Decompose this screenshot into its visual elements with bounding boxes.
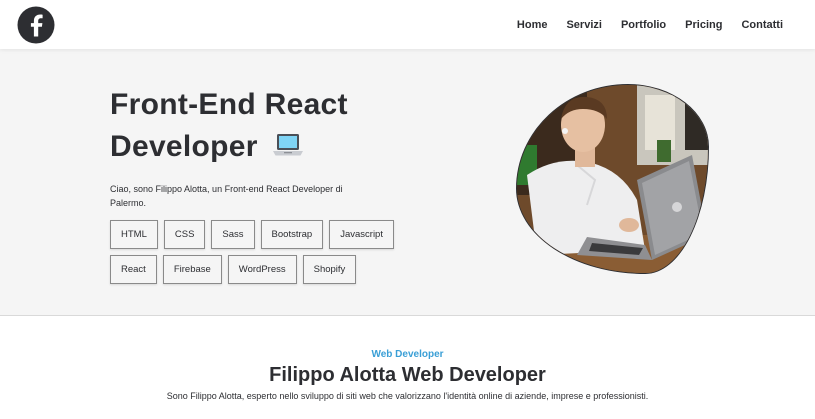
about-eyebrow: Web Developer <box>371 349 444 360</box>
main-nav: Home Servizi Portfolio Pricing Contatti <box>517 19 783 31</box>
skills-list: HTML CSS Sass Bootstrap Javascript React… <box>110 220 400 284</box>
nav-link-contatti[interactable]: Contatti <box>741 19 783 31</box>
f-logo-icon[interactable] <box>17 6 55 44</box>
about-description: Sono Filippo Alotta, esperto nello svilu… <box>166 391 649 401</box>
skill-tag-sass: Sass <box>211 220 255 249</box>
laptop-icon <box>273 134 304 156</box>
about-section: Web Developer Filippo Alotta Web Develop… <box>0 317 815 419</box>
skill-tag-wordpress: WordPress <box>227 255 297 284</box>
skill-tag-firebase: Firebase <box>162 255 222 284</box>
skill-tag-javascript: Javascript <box>329 220 394 249</box>
skill-tag-bootstrap: Bootstrap <box>260 220 324 249</box>
nav-link-home[interactable]: Home <box>517 19 548 31</box>
hero-text: Front-End React Developer Ciao, sono Fil… <box>110 84 400 284</box>
nav-link-portfolio[interactable]: Portfolio <box>621 19 666 31</box>
about-title: Filippo Alotta Web Developer <box>269 364 546 386</box>
hero-intro: Ciao, sono Filippo Alotta, un Front-end … <box>110 184 343 208</box>
hero-title-line2: Developer <box>110 130 258 163</box>
nav-link-servizi[interactable]: Servizi <box>566 19 601 31</box>
skill-tag-css: CSS <box>163 220 206 249</box>
hero-title-line1: Front-End React <box>110 88 348 121</box>
portrait-illustration <box>517 85 708 273</box>
hero-title: Front-End React Developer <box>110 84 400 168</box>
portrait-photo <box>516 84 709 274</box>
skill-tag-react: React <box>110 255 157 284</box>
hero-section: Front-End React Developer Ciao, sono Fil… <box>0 49 815 316</box>
site-header: Home Servizi Portfolio Pricing Contatti <box>0 0 815 49</box>
skill-tag-html: HTML <box>110 220 158 249</box>
nav-link-pricing[interactable]: Pricing <box>685 19 722 31</box>
skill-tag-shopify: Shopify <box>302 255 357 284</box>
